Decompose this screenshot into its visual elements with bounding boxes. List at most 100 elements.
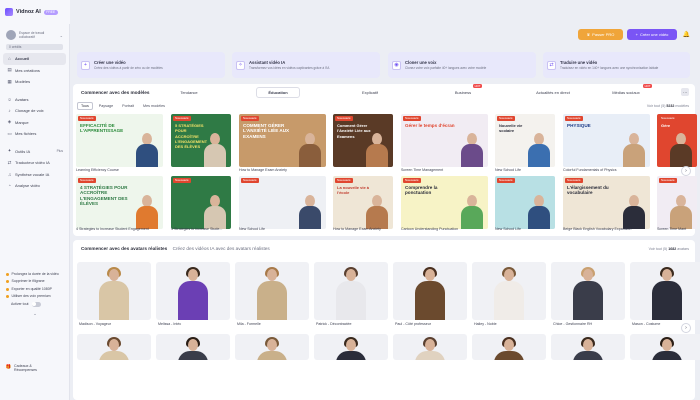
nav-separator	[0, 88, 69, 94]
rewards-link[interactable]: 🎁 Cadeaux & Récompenses	[3, 364, 37, 373]
sidebar-item-label: Accueil	[15, 56, 30, 62]
avatar-card[interactable]	[551, 334, 625, 360]
templates-next-button[interactable]: ›	[681, 166, 691, 176]
avatar-card[interactable]	[393, 262, 467, 320]
tab-5[interactable]: Médias sociaux HOT	[606, 84, 652, 98]
sidebar-item-label: Modèles	[15, 79, 31, 85]
hot-badge: HOT	[643, 84, 652, 88]
tab-2[interactable]: Explicatif	[355, 87, 385, 98]
template-thumbnail[interactable]: Nouveauté COMMENT GÉRER L'ANXIÉTÉ LIÉE AU…	[239, 114, 326, 167]
avatar-body	[99, 351, 129, 360]
template-thumbnail[interactable]: Nouveauté EFFICACITÉ DE L'APPRENTISSAGE	[76, 114, 163, 167]
avatars-title: Commencer avec des avatars réalistes	[81, 246, 168, 251]
sidebar-item-tts[interactable]: ♫ Synthèse vocale IA	[3, 169, 66, 181]
template-caption: Beige Black English Vocabulary Expansion	[563, 227, 632, 231]
bell-icon[interactable]: 🔔	[681, 29, 692, 40]
tab-label: Explicatif	[361, 90, 378, 95]
avatar-head	[662, 269, 672, 281]
avatar-card[interactable]	[314, 334, 388, 360]
template-tag: Nouveauté	[335, 116, 353, 121]
tab-3[interactable]: Business HOT	[448, 84, 482, 98]
rewards-line2: Récompenses	[14, 368, 37, 373]
template-thumbnail-text: COMMENT GÉRER L'ANXIÉTÉ LIÉE AUX EXAMENS	[243, 123, 290, 139]
more-tabs-button[interactable]: ⋯	[681, 88, 689, 96]
avatar-card[interactable]	[472, 334, 546, 360]
template-tag: Nouveauté	[497, 178, 515, 183]
avatar-head	[267, 269, 277, 281]
sidebar-item-folder[interactable]: ▤ Mes créations	[3, 65, 66, 77]
template-thumbnail[interactable]: Nouveauté Gére	[657, 114, 697, 167]
sidebar-item-home[interactable]: ⌂ Accueil	[3, 53, 66, 65]
avatar-card[interactable]	[314, 262, 388, 320]
tab-1[interactable]: Éducation	[256, 87, 300, 98]
avatar-card[interactable]	[235, 262, 309, 320]
tab-4[interactable]: Actualités en direct	[518, 87, 588, 98]
sidebar-item-analysis[interactable]: ◔ Analyse vidéo	[3, 180, 66, 192]
avatar-card[interactable]	[630, 262, 700, 320]
avatars-count: 1682	[668, 247, 677, 251]
avatars-see-all[interactable]: Voir tout (5) 1682 avatars	[649, 247, 689, 251]
template-thumbnail[interactable]: Nouveauté	[239, 176, 326, 229]
quick-action-3[interactable]: ⇄ Traduire une vidéo Traduisez en vidéo en…	[543, 52, 690, 78]
template-thumbnail[interactable]: Nouveauté	[657, 176, 697, 229]
template-thumbnail[interactable]: Nouveauté 5 STRATÉGIES POUR ACCROÎTRE L'E…	[171, 114, 231, 167]
sidebar-item-file[interactable]: ▭ Mes fichiers	[3, 128, 66, 140]
filter-chip-3[interactable]: Mes modèles	[140, 102, 168, 110]
template-thumbnail[interactable]: Nouveauté	[171, 176, 231, 229]
avatar-card[interactable]	[77, 262, 151, 320]
template-filter-chips: Tous Paysage Portrait Mes modèles	[77, 102, 171, 110]
template-thumbnail[interactable]: Nouveauté La nouvelle vie à l'école	[333, 176, 393, 229]
presenter-image	[460, 133, 484, 167]
presenter-image	[365, 195, 389, 229]
template-thumbnail[interactable]: Nouveauté 4 STRATÉGIES POUR ACCROÎTRE L'E…	[76, 176, 163, 229]
filter-chip-2[interactable]: Portrait	[119, 102, 137, 110]
sidebar-item-template[interactable]: ▦ Modèles	[3, 76, 66, 88]
brand[interactable]: Vidnoz AI FREE	[0, 0, 70, 24]
avatar-name: Hailey - Noble	[474, 322, 497, 326]
avatar-card[interactable]	[156, 262, 230, 320]
avatar-card[interactable]	[77, 334, 151, 360]
template-thumbnail[interactable]: Nouveauté Nouvelle vie scolaire	[495, 114, 555, 167]
filter-chip-0[interactable]: Tous	[77, 102, 93, 110]
quick-action-2[interactable]: ◉ Cloner une voix Clonez votre voix parfai…	[388, 52, 536, 78]
template-thumbnail[interactable]: Nouveauté	[495, 176, 555, 229]
avatar-body	[573, 351, 603, 360]
template-thumbnail[interactable]: Nouveauté Gérer le temps d'écran	[401, 114, 488, 167]
quick-action-subtitle: Clonez votre voix parfaite 40+ langues a…	[405, 66, 487, 70]
workspace-switcher[interactable]: Espace de travail collaboratif ⌄	[3, 27, 66, 43]
sidebar-item-brand[interactable]: ◈ Marque	[3, 117, 66, 129]
avatars-next-button[interactable]: ›	[681, 323, 691, 333]
quick-action-subtitle: Traduisez en vidéo en 140+ langues avec …	[560, 66, 659, 70]
sidebar-item-tools[interactable]: ✦ Outils IA Plus	[3, 146, 66, 158]
upgrade-pro-button[interactable]: ♛ Passer PRO	[578, 29, 623, 40]
bullet-icon	[6, 295, 9, 299]
templates-see-all[interactable]: Voir tout (5) 5232 modèles	[647, 104, 689, 108]
quick-action-text: Assistant vidéo IA Transformez vos idées …	[249, 60, 329, 70]
avatar-card[interactable]	[393, 334, 467, 360]
sidebar-item-avatar[interactable]: ☺ Avatars	[3, 94, 66, 106]
tab-0[interactable]: Tendance	[169, 87, 209, 98]
avatar-card[interactable]	[551, 262, 625, 320]
create-video-button[interactable]: + Créer une vidéo	[627, 29, 677, 40]
sidebar-item-translate[interactable]: ⇄ Traducteur vidéo IA	[3, 157, 66, 169]
template-tag: Nouveauté	[659, 178, 677, 183]
filter-chip-1[interactable]: Paysage	[96, 102, 116, 110]
quick-action-0[interactable]: + Créer une vidéo Créez des vidéos à parti…	[77, 52, 225, 78]
template-thumbnail[interactable]: Nouveauté L'élargissement du vocabulaire	[563, 176, 650, 229]
template-thumbnail[interactable]: Nouveauté Comment Gérer l'Anxiété Liée au…	[333, 114, 393, 167]
template-thumbnail[interactable]: Nouveauté PHYSIQUE	[563, 114, 650, 167]
quick-action-1[interactable]: ✧ Assistant vidéo IA Transformez vos idées…	[232, 52, 380, 78]
folder-icon: ▤	[7, 67, 12, 73]
avatar-card[interactable]	[156, 334, 230, 360]
template-caption: Cartoon Understanding Punctuation	[401, 227, 459, 231]
sidebar-item-voice[interactable]: ♪ Clonage de voix	[3, 105, 66, 117]
avatar-name: Mila - Formelle	[237, 322, 261, 326]
template-caption: Colorful Fundamentals of Physics	[563, 168, 617, 172]
avatar-card[interactable]	[630, 334, 700, 360]
template-thumbnail[interactable]: Nouveauté Comprendre la ponctuation	[401, 176, 488, 229]
template-thumbnail-text: Nouvelle vie scolaire	[499, 123, 523, 134]
avatar-card[interactable]	[235, 334, 309, 360]
chevron-down-icon[interactable]: ⌄	[3, 311, 67, 317]
avatar-card[interactable]	[472, 262, 546, 320]
activate-all-toggle[interactable]	[31, 301, 41, 307]
